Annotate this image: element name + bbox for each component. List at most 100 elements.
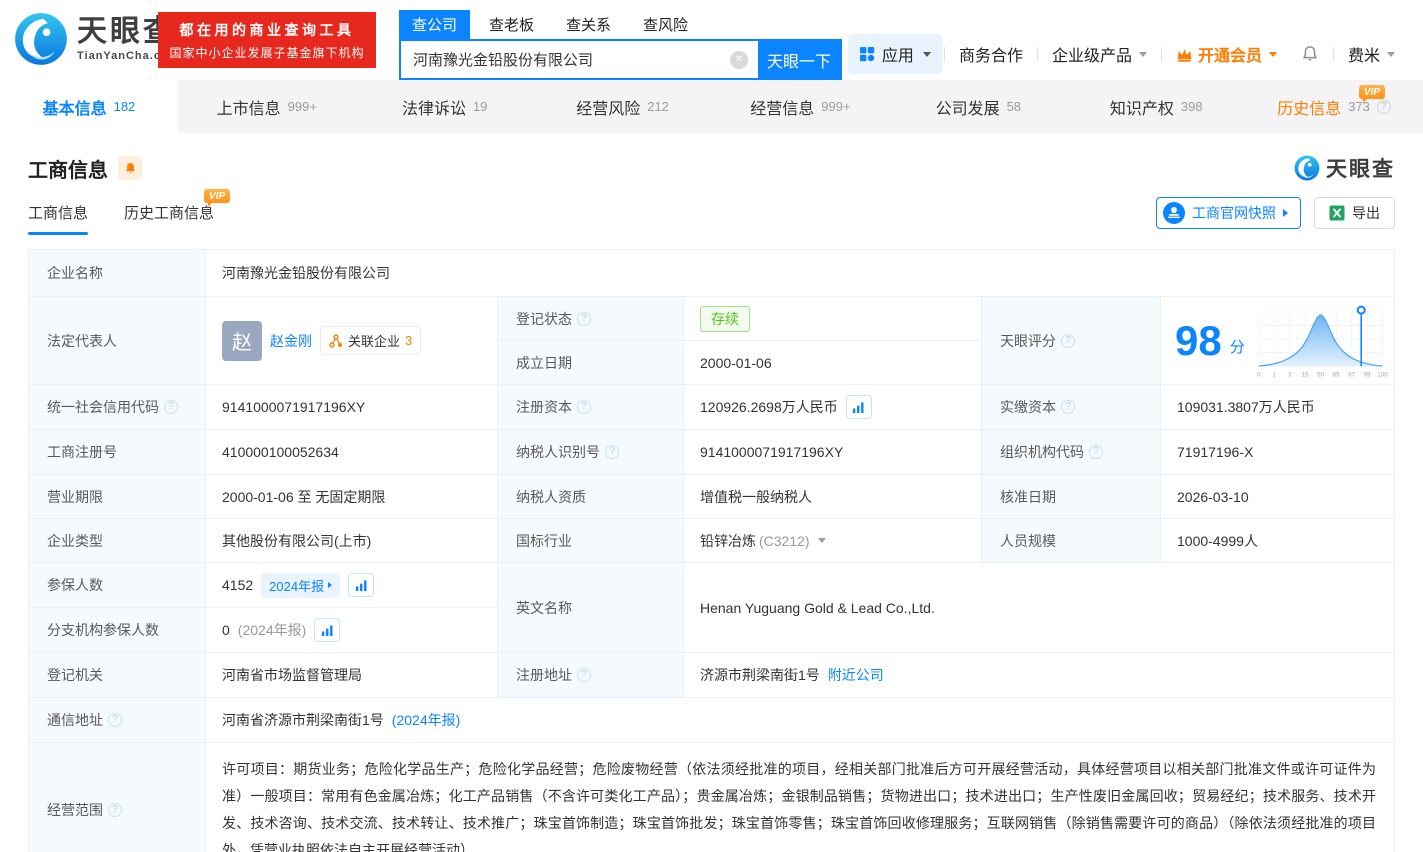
- user-menu[interactable]: 费米: [1336, 42, 1407, 66]
- tab-history-info[interactable]: VIP 历史信息 373: [1245, 80, 1423, 133]
- paid-capital-value: 109031.3807万人民币: [1161, 385, 1395, 430]
- tab-count: 58: [1006, 99, 1022, 114]
- insured-block: 参保人数 4152 2024年报 分支机构参保人数 0 (2024年报): [29, 563, 498, 653]
- table-row: 成立日期 2000-01-06: [498, 341, 982, 385]
- svg-text:97: 97: [1348, 371, 1355, 378]
- tab-business-info[interactable]: 经营信息 999+: [712, 80, 890, 133]
- table-row: 分支机构参保人数 0 (2024年报): [29, 608, 498, 653]
- tab-operation-risk[interactable]: 经营风险 212: [534, 80, 712, 133]
- logo-swirl-icon: [15, 13, 67, 65]
- table-row: 法定代表人 赵 赵金刚 关联企业 3 登记状态 ? 存续 成立日期 2000-0…: [29, 297, 1395, 385]
- related-companies-badge[interactable]: 关联企业 3: [320, 326, 422, 355]
- tab-count: 19: [472, 99, 488, 114]
- export-button[interactable]: 导出: [1314, 197, 1395, 229]
- table-row: 企业类型 其他股份有限公司(上市) 国标行业 铅锌冶炼 (C3212) 人员规模…: [29, 519, 1395, 563]
- search-area: 查公司 查老板 查关系 查风险 天眼一下: [399, 10, 842, 80]
- help-icon[interactable]: [605, 445, 619, 459]
- reg-address-value: 济源市荆梁南街1号 附近公司: [684, 653, 1395, 698]
- help-icon[interactable]: [577, 400, 591, 414]
- vip-upgrade-menu[interactable]: 开通会员: [1164, 42, 1289, 66]
- taxpayer-quality-label: 纳税人资质: [498, 475, 684, 519]
- official-snapshot-button[interactable]: 工商官网快照: [1156, 197, 1301, 229]
- help-icon[interactable]: [1089, 445, 1103, 459]
- help-icon[interactable]: [164, 400, 178, 414]
- help-icon[interactable]: [108, 803, 122, 817]
- taxpayer-id-value: 9141000071917196XY: [684, 430, 982, 475]
- search-button[interactable]: 天眼一下: [758, 41, 840, 78]
- header-menu: 应用 商务合作 企业级产品 开通会员 费米: [847, 34, 1407, 74]
- cooperation-menu[interactable]: 商务合作: [947, 42, 1035, 66]
- help-icon[interactable]: [577, 311, 591, 326]
- nearby-companies-link[interactable]: 附近公司: [828, 665, 884, 685]
- vip-badge: VIP: [203, 189, 231, 207]
- table-row: 参保人数 4152 2024年报: [29, 563, 498, 608]
- tab-label: 知识产权: [1109, 100, 1174, 118]
- credit-code-label: 统一社会信用代码: [29, 385, 206, 430]
- apps-menu[interactable]: 应用: [847, 34, 942, 74]
- annual-report-link[interactable]: (2024年报): [392, 710, 460, 730]
- tab-basic-info[interactable]: 基本信息 182: [0, 80, 178, 133]
- bell-icon: [125, 162, 135, 173]
- taxpayer-quality-value: 增值税一般纳税人: [684, 475, 982, 519]
- help-icon[interactable]: [108, 713, 122, 727]
- subtab-history-registration[interactable]: VIP 历史工商信息: [124, 189, 231, 235]
- enterprise-menu[interactable]: 企业级产品: [1040, 42, 1159, 66]
- chevron-down-icon: [922, 51, 931, 57]
- branch-insured-chart-button[interactable]: [314, 618, 341, 642]
- tab-listing-info[interactable]: 上市信息 999+: [178, 80, 356, 133]
- subtab-business-registration[interactable]: 工商信息: [28, 202, 89, 235]
- vip-upgrade-label: 开通会员: [1197, 48, 1262, 65]
- search-tab-risk[interactable]: 查风险: [630, 10, 701, 39]
- table-row: 统一社会信用代码 9141000071917196XY 注册资本 120926.…: [29, 385, 1395, 430]
- search-box: 天眼一下: [399, 39, 842, 80]
- tab-count: 182: [113, 99, 136, 114]
- legal-rep-link[interactable]: 赵金刚: [270, 331, 312, 351]
- table-row: 参保人数 4152 2024年报 分支机构参保人数 0 (2024年报) 英文名…: [29, 563, 1395, 653]
- company-type-label: 企业类型: [29, 519, 206, 563]
- search-tab-relation[interactable]: 查关系: [553, 10, 624, 39]
- reg-address-label: 注册地址: [498, 653, 684, 698]
- help-icon[interactable]: [1061, 400, 1075, 414]
- annual-report-badge[interactable]: 2024年报: [261, 572, 341, 598]
- top-header: 天眼查 TianYanCha.com 都在用的商业查询工具 国家中小企业发展子基…: [0, 0, 1423, 80]
- section-title: 工商信息: [28, 159, 108, 182]
- table-row: 登记机关 河南省市场监督管理局 注册地址 济源市荆梁南街1号 附近公司: [29, 653, 1395, 698]
- table-row: 工商注册号 410000100052634 纳税人识别号 91410000719…: [29, 430, 1395, 475]
- chevron-right-icon: [1283, 209, 1288, 217]
- avatar[interactable]: 赵: [222, 320, 262, 361]
- tab-label: 基本信息: [42, 100, 107, 118]
- industry-code: (C3212): [759, 532, 810, 549]
- logo-swirl-icon: [1294, 155, 1320, 181]
- capital-trend-chart-button[interactable]: [845, 395, 872, 419]
- company-nav-tabs: 基本信息 182 上市信息 999+ 法律诉讼 19 经营风险 212 经营信息…: [0, 80, 1423, 133]
- credit-code-value: 9141000071917196XY: [206, 385, 498, 430]
- svg-text:100: 100: [1377, 371, 1388, 378]
- chevron-down-icon[interactable]: [817, 538, 826, 543]
- search-tab-company[interactable]: 查公司: [399, 10, 471, 39]
- tab-label: 公司发展: [935, 100, 1000, 118]
- tab-legal-litigation[interactable]: 法律诉讼 19: [356, 80, 534, 133]
- tab-label: 历史信息: [1277, 100, 1342, 118]
- tianyancha-logo[interactable]: 天眼查 TianYanCha.com: [14, 12, 179, 66]
- chevron-down-icon: [1268, 51, 1277, 57]
- tab-label: 经营信息: [750, 100, 815, 118]
- search-tab-boss[interactable]: 查老板: [476, 10, 547, 39]
- help-icon[interactable]: [577, 668, 591, 682]
- help-icon[interactable]: [1061, 333, 1075, 348]
- insured-count-value: 4152 2024年报: [206, 563, 498, 608]
- taxpayer-id-label: 纳税人识别号: [498, 430, 684, 475]
- monitor-bell-button[interactable]: [118, 156, 142, 180]
- score-unit: 分: [1229, 339, 1245, 356]
- industry-value[interactable]: 铅锌冶炼 (C3212): [684, 519, 982, 563]
- staff-size-label: 人员规模: [982, 519, 1161, 563]
- clear-icon[interactable]: [730, 50, 748, 69]
- tianyan-score-value[interactable]: 98 分 0 1 3 15 50 85 97 99 100: [1161, 297, 1395, 385]
- bar-chart-icon: [321, 624, 333, 636]
- notification-bell[interactable]: [1289, 45, 1331, 63]
- tab-company-development[interactable]: 公司发展 58: [889, 80, 1067, 133]
- help-icon[interactable]: [1376, 99, 1391, 114]
- insured-trend-chart-button[interactable]: [348, 573, 375, 597]
- tab-intellectual-property[interactable]: 知识产权 398: [1067, 80, 1245, 133]
- search-input[interactable]: [401, 51, 730, 68]
- related-label: 关联企业: [348, 334, 401, 349]
